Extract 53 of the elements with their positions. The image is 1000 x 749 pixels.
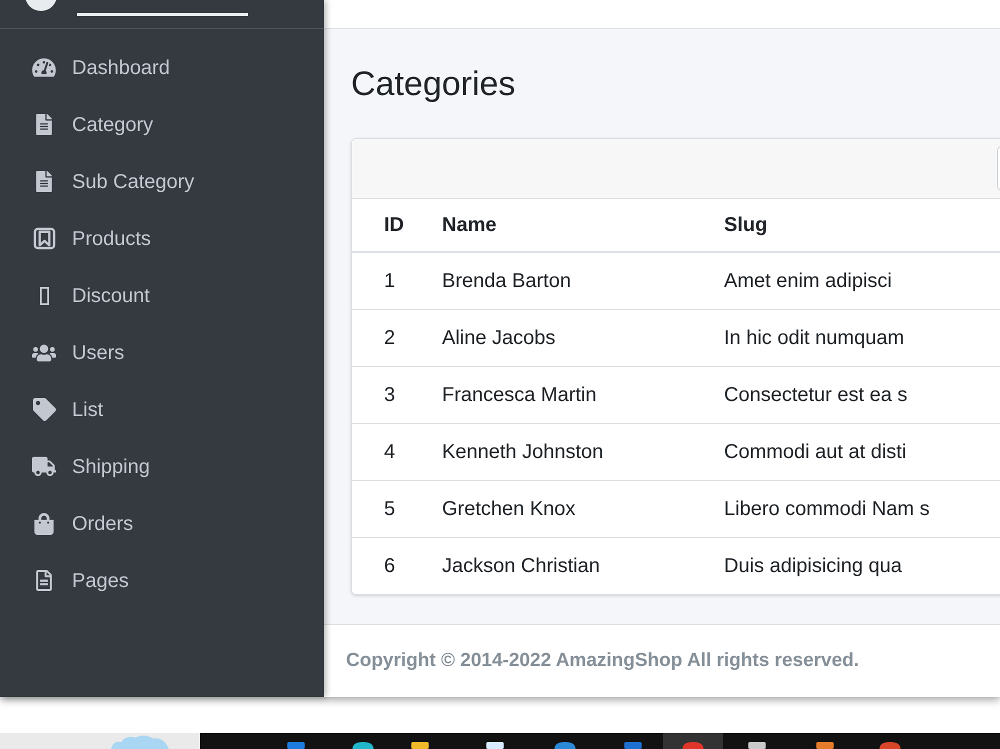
table-cell: 6	[352, 537, 442, 594]
copyright-text: Copyright © 2014-2022 AmazingShop All rights reserved.	[346, 648, 860, 673]
app-icon	[745, 742, 769, 749]
app-icon	[813, 742, 837, 749]
table-cell: 1	[352, 252, 442, 309]
document-icon	[36, 570, 52, 591]
sidebar-link[interactable]: Pages	[0, 552, 324, 609]
shopping-bag-icon	[34, 512, 54, 534]
table-cell: Jackson Christian	[442, 537, 724, 594]
sidebar-link[interactable]: Products	[0, 210, 324, 267]
table-cell: Gretchen Knox	[442, 480, 724, 537]
app-icon	[483, 742, 507, 749]
app-icon	[284, 742, 308, 749]
table-cell: 3	[352, 366, 442, 423]
column-header: Slug	[724, 199, 1000, 252]
table-cell: Duis adipisicing qua	[724, 537, 1000, 594]
sidebar-link[interactable]: Dashboard	[0, 39, 324, 96]
table-cell: Amet enim adipisci	[724, 252, 1000, 309]
app-icon	[351, 742, 375, 749]
app-icon	[878, 742, 902, 749]
app-icon	[553, 742, 577, 749]
table-cell: 4	[352, 423, 442, 480]
column-header: ID	[352, 199, 442, 252]
app-icon	[408, 742, 432, 749]
page-title: Categories	[351, 64, 516, 104]
sidebar-link[interactable]: List	[0, 381, 324, 438]
table-cell: Francesca Martin	[442, 366, 724, 423]
document-icon	[36, 114, 52, 135]
sidebar-link[interactable]: Category	[0, 96, 324, 153]
sidebar-link[interactable]: Orders	[0, 495, 324, 552]
rectangle-icon	[40, 286, 48, 304]
document-icon	[36, 171, 52, 192]
bookmark-icon	[32, 227, 56, 250]
table-cell: 5	[352, 480, 442, 537]
table-cell: Brenda Barton	[442, 252, 724, 309]
column-header: Name	[442, 199, 724, 252]
app-icon	[621, 742, 645, 749]
table-cell: Libero commodi Nam s	[724, 480, 1000, 537]
sidebar-link[interactable]: Discount	[0, 267, 324, 324]
table-cell: In hic odit numquam	[724, 309, 1000, 366]
table-cell: 2	[352, 309, 442, 366]
tag-icon	[32, 398, 56, 421]
truck-icon	[32, 455, 56, 478]
sidebar-link[interactable]: Sub Category	[0, 153, 324, 210]
sidebar-link[interactable]: Shipping	[0, 438, 324, 495]
table-cell: Consectetur est ea s	[724, 366, 1000, 423]
users-icon	[32, 342, 56, 364]
table-cell: Kenneth Johnston	[442, 423, 724, 480]
table-cell: Commodi aut at disti	[724, 423, 1000, 480]
sidebar-link[interactable]: Users	[0, 324, 324, 381]
table-cell: Aline Jacobs	[442, 309, 724, 366]
gauge-icon	[32, 57, 56, 78]
app-icon	[681, 742, 705, 749]
